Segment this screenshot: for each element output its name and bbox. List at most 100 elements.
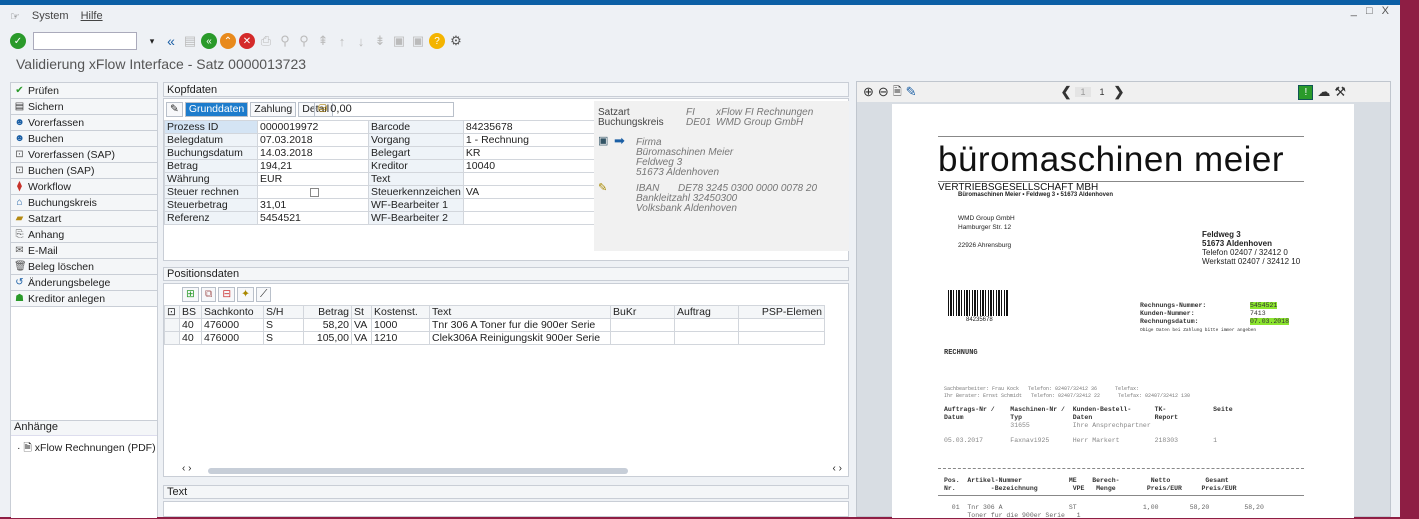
row-selector[interactable] [164, 331, 180, 345]
table-cell[interactable]: 105,00 [303, 331, 352, 345]
find-next-icon[interactable]: ⚲ [296, 33, 312, 49]
action-button-9[interactable]: ▰ Satzart [11, 211, 157, 227]
action-button-11[interactable]: ✉ E-Mail [11, 243, 157, 259]
kopf-value[interactable] [257, 185, 369, 199]
exit-icon[interactable]: ⌃ [220, 33, 236, 49]
cancel-icon[interactable]: ✕ [239, 33, 255, 49]
action-button-12[interactable]: 🗑 Beleg löschen [11, 259, 157, 275]
action-button-4[interactable]: ☻ Buchen [11, 131, 157, 147]
menu-hilfe[interactable]: Hilfe [81, 10, 103, 22]
kopf-value[interactable] [462, 172, 598, 186]
cloud-download-icon[interactable]: ☁ [1317, 84, 1330, 100]
tab-zahlung[interactable]: Zahlung [250, 102, 297, 117]
zoom-in-icon[interactable]: ⊕ [863, 84, 874, 100]
select-all-icon[interactable]: ⊡ [164, 305, 180, 319]
wand-icon[interactable]: ⟋ [255, 287, 272, 302]
table-cell[interactable]: 476000 [201, 331, 264, 345]
column-header[interactable]: PSP-Elemen [738, 305, 825, 319]
tools-icon[interactable]: ⚒ [1334, 84, 1346, 100]
scroll-thumb[interactable] [208, 468, 628, 474]
next-page-button[interactable]: ❯ [1114, 84, 1125, 100]
help-icon[interactable]: ? [429, 33, 445, 49]
action-button-1[interactable]: ✔ Prüfen [11, 83, 157, 99]
page-current[interactable]: 1 [1075, 87, 1091, 97]
new-session-icon[interactable]: ▣ [391, 33, 407, 49]
kopf-value[interactable]: 84235678 [462, 120, 598, 134]
kopf-value[interactable]: KR [462, 146, 598, 160]
action-button-5[interactable]: ⊡ Vorerfassen (SAP) [11, 147, 157, 163]
column-header[interactable]: Sachkonto [201, 305, 264, 319]
scroll-left-icon[interactable]: ‹ › [182, 463, 191, 474]
action-button-8[interactable]: ⌂ Buchungskreis [11, 195, 157, 211]
print-icon[interactable]: ⎙ [258, 33, 274, 49]
action-button-10[interactable]: ⎘ Anhang [11, 227, 157, 243]
table-cell[interactable] [610, 318, 675, 332]
window-controls[interactable]: _ □ X [1351, 5, 1392, 17]
table-cell[interactable] [738, 318, 825, 332]
column-header[interactable]: Betrag [303, 305, 352, 319]
next-page-icon[interactable]: ↓ [353, 33, 369, 49]
vendor-card-icon[interactable]: ▣ [598, 134, 608, 147]
scroll-right-icon[interactable]: ‹ › [833, 463, 842, 474]
action-button-14[interactable]: ☗ Kreditor anlegen [11, 291, 157, 307]
settings-icon[interactable]: ⚙ [448, 33, 464, 49]
kopf-value[interactable]: 0000019972 [257, 120, 369, 134]
table-cell[interactable] [738, 331, 825, 345]
table-cell[interactable] [674, 318, 739, 332]
column-header[interactable]: St [351, 305, 372, 319]
row-selector[interactable] [164, 318, 180, 332]
table-cell[interactable]: Clek306A Reinigungskit 900er Serie [429, 331, 611, 345]
table-cell[interactable]: 40 [179, 318, 202, 332]
betrag-summary-field[interactable]: ⛁ 0,00 [314, 102, 454, 117]
text-area[interactable] [163, 501, 849, 517]
table-cell[interactable] [610, 331, 675, 345]
kopf-value[interactable] [462, 211, 598, 225]
pen-icon[interactable]: ✎ [906, 84, 917, 100]
kopf-value[interactable]: 1 - Rechnung [462, 133, 598, 147]
tab-edit-icon[interactable]: ✎ [166, 102, 183, 117]
column-header[interactable]: BuKr [610, 305, 675, 319]
column-header[interactable]: BS [179, 305, 202, 319]
document-icon[interactable]: 🗎 [893, 83, 902, 102]
back-icon[interactable]: « [201, 33, 217, 49]
table-cell[interactable]: VA [351, 318, 372, 332]
kopf-value[interactable]: 14.03.2018 [257, 146, 369, 160]
kopf-value[interactable]: VA [462, 185, 598, 199]
split-icon[interactable]: ✦ [237, 287, 254, 302]
table-cell[interactable] [674, 331, 739, 345]
column-header[interactable]: Text [429, 305, 611, 319]
table-cell[interactable]: 476000 [201, 318, 264, 332]
table-cell[interactable]: 40 [179, 331, 202, 345]
find-icon[interactable]: ⚲ [277, 33, 293, 49]
table-cell[interactable]: Tnr 306 A Toner fur die 900er Serie [429, 318, 611, 332]
tab-grunddaten[interactable]: Grunddaten [184, 102, 249, 117]
table-row[interactable]: 40 476000 S 58,20 VA 1000 Tnr 306 A Toner fur … [164, 318, 825, 332]
menu-system[interactable]: System [32, 10, 69, 22]
column-header[interactable]: Kostenst. [371, 305, 430, 319]
insert-row-icon[interactable]: ⊞ [182, 287, 199, 302]
action-button-6[interactable]: ⊡ Buchen (SAP) [11, 163, 157, 179]
table-cell[interactable]: 58,20 [303, 318, 352, 332]
column-header[interactable]: S/H [263, 305, 304, 319]
horizontal-scrollbar[interactable]: ‹ › ‹ › [182, 463, 842, 475]
zoom-out-icon[interactable]: ⊖ [878, 84, 889, 100]
kopf-value[interactable]: 194,21 [257, 159, 369, 173]
dropdown-arrow-icon[interactable]: ▾ [144, 33, 160, 49]
copy-row-icon[interactable]: ⧉ [200, 287, 217, 302]
steuer-rechnen-checkbox[interactable] [310, 187, 319, 197]
action-button-2[interactable]: ▤ Sichern [11, 99, 157, 115]
kopf-value[interactable]: 31,01 [257, 198, 369, 212]
table-cell[interactable]: S [263, 331, 304, 345]
delete-row-icon[interactable]: ⊟ [218, 287, 236, 302]
shortcut-icon[interactable]: ▣ [410, 33, 426, 49]
back-double-icon[interactable]: « [163, 33, 179, 49]
action-button-3[interactable]: ☻ Vorerfassen [11, 115, 157, 131]
enter-check-icon[interactable]: ✓ [10, 33, 26, 49]
arrow-right-icon[interactable]: ➡ [614, 133, 625, 149]
table-row[interactable]: 40 476000 S 105,00 VA 1210 Clek306A Reinigungs… [164, 331, 825, 345]
table-cell[interactable]: 1000 [371, 318, 430, 332]
table-cell[interactable]: S [263, 318, 304, 332]
action-button-7[interactable]: ⧫ Workflow [11, 179, 157, 195]
action-button-13[interactable]: ↺ Änderungsbelege [11, 275, 157, 291]
first-page-icon[interactable]: ⇞ [315, 33, 331, 49]
